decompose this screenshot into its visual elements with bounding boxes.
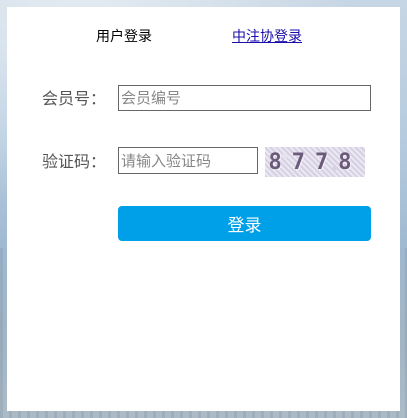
tab-user-login[interactable]: 用户登录 <box>96 27 152 47</box>
tab-cicpa-login-link[interactable]: 中注协登录 <box>232 27 302 47</box>
captcha-label: 验证码： <box>42 152 107 171</box>
captcha-input[interactable] <box>118 147 258 174</box>
login-tabs: 用户登录 中注协登录 <box>7 27 400 51</box>
login-button[interactable]: 登录 <box>118 206 371 241</box>
login-panel: 用户登录 中注协登录 会员号： 验证码： 8778 登录 <box>7 7 400 411</box>
captcha-image[interactable]: 8778 <box>265 147 365 177</box>
member-number-label: 会员号： <box>42 89 107 108</box>
captcha-text: 8778 <box>268 149 362 175</box>
member-number-input[interactable] <box>118 85 371 111</box>
